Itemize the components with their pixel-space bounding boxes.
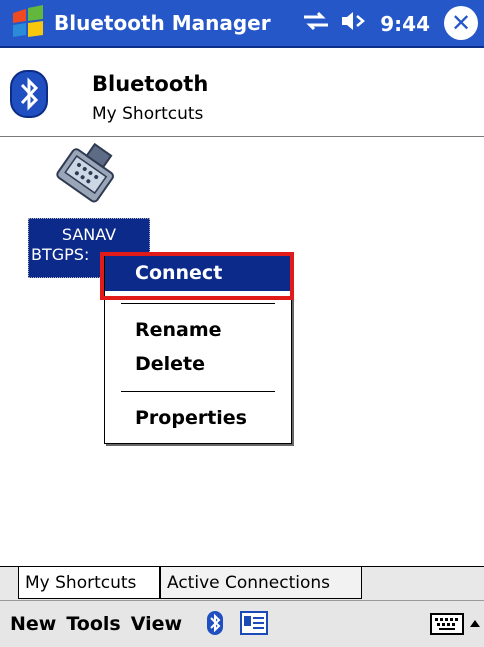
close-icon: ✕ xyxy=(450,9,472,37)
device-name-line1: SANAV xyxy=(61,225,117,244)
contacts-card-icon[interactable] xyxy=(240,610,268,641)
clock[interactable]: 9:44 xyxy=(380,12,430,36)
status-area: 9:44 xyxy=(302,9,430,38)
sip-arrow-icon[interactable] xyxy=(468,615,482,638)
tab-my-shortcuts[interactable]: My Shortcuts xyxy=(18,567,160,599)
page-header: Bluetooth My Shortcuts xyxy=(0,48,484,137)
connectivity-icon[interactable] xyxy=(302,9,330,38)
serial-connector-icon[interactable] xyxy=(48,142,120,212)
app-title: Bluetooth Manager xyxy=(54,11,271,35)
windows-start-icon[interactable] xyxy=(8,3,48,43)
tab-active-connections[interactable]: Active Connections xyxy=(160,567,362,599)
menu-bar: New Tools View xyxy=(0,600,484,647)
title-bar: Bluetooth Manager 9:44 ✕ xyxy=(0,0,484,48)
menu-separator xyxy=(121,391,275,392)
menu-new[interactable]: New xyxy=(10,613,56,635)
menu-item-properties[interactable]: Properties xyxy=(135,407,247,429)
page-subtitle: My Shortcuts xyxy=(92,104,204,124)
bluetooth-icon xyxy=(10,70,48,118)
menu-view[interactable]: View xyxy=(131,613,182,635)
page-title: Bluetooth xyxy=(92,72,209,96)
volume-icon[interactable] xyxy=(340,9,370,38)
bluetooth-menu-icon[interactable] xyxy=(202,610,228,641)
menu-item-delete[interactable]: Delete xyxy=(135,353,205,375)
menu-item-rename[interactable]: Rename xyxy=(135,319,222,341)
tab-strip: My Shortcuts Active Connections xyxy=(0,566,484,601)
menu-tools[interactable]: Tools xyxy=(66,613,120,635)
close-button[interactable]: ✕ xyxy=(444,6,478,40)
menu-separator xyxy=(121,303,275,304)
highlight-box xyxy=(100,252,294,300)
keyboard-icon[interactable] xyxy=(430,613,464,640)
